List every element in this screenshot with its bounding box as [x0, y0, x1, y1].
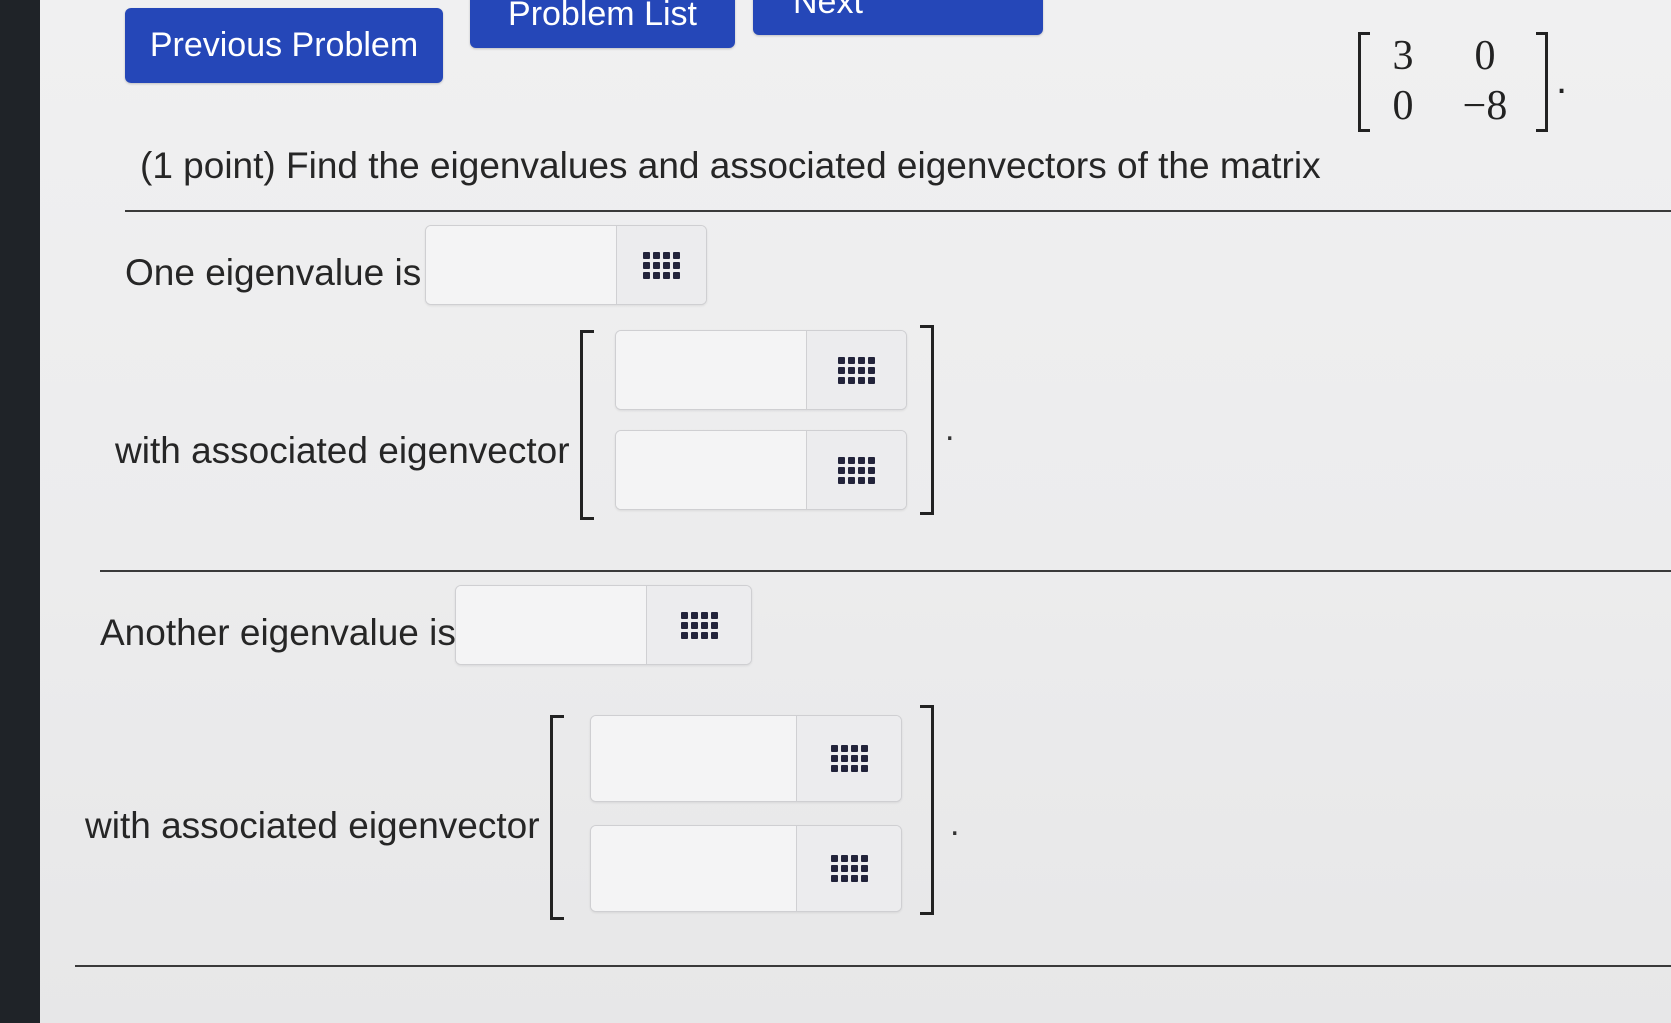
eigenvector-1-input-2[interactable]: [616, 431, 806, 509]
matrix-cell: −8: [1462, 83, 1508, 129]
grid-icon: [643, 251, 680, 279]
vector-1-period: .: [945, 410, 955, 448]
eigenvector-2-entry-2: [590, 825, 902, 912]
webwork-problem-page: Previous Problem Problem List Next (1 po…: [40, 0, 1671, 1023]
divider: [125, 210, 1671, 212]
given-matrix: 3 0 0 −8: [1358, 30, 1548, 140]
eigenvector-1-entry-1: [615, 330, 907, 410]
answer-tool-button[interactable]: [806, 331, 906, 409]
grid-icon: [830, 745, 868, 772]
divider: [75, 965, 1671, 967]
matrix-cell: 0: [1474, 33, 1496, 79]
eigenvalue-1-input[interactable]: [426, 226, 616, 304]
eigenvector-2-label: with associated eigenvector: [85, 805, 540, 846]
matrix-period: .: [1556, 58, 1568, 102]
eigenvector-1-input-1[interactable]: [616, 331, 806, 409]
answer-tool-button[interactable]: [646, 586, 751, 664]
eigenvalue-1-answer: [425, 225, 707, 305]
grid-icon: [838, 356, 875, 384]
vector-1-right-bracket: [920, 325, 934, 515]
eigenvector-1-entry-2: [615, 430, 907, 510]
eigenvector-1-label: with associated eigenvector: [115, 430, 570, 471]
answer-tool-button[interactable]: [616, 226, 706, 304]
matrix-right-bracket: [1536, 32, 1548, 132]
problem-statement: (1 point) Find the eigenvalues and assoc…: [140, 145, 1321, 186]
eigenvector-2-input-1[interactable]: [591, 716, 796, 801]
previous-problem-button[interactable]: Previous Problem: [125, 8, 443, 83]
grid-icon: [830, 855, 868, 882]
grid-icon: [838, 456, 875, 484]
vector-2-right-bracket: [920, 705, 934, 915]
grid-icon: [680, 611, 718, 639]
vector-2-period: .: [950, 805, 960, 843]
eigenvalue-1-label: One eigenvalue is: [125, 252, 422, 293]
matrix-cell: 0: [1392, 83, 1414, 129]
answer-tool-button[interactable]: [806, 431, 906, 509]
eigenvalue-2-label: Another eigenvalue is: [100, 612, 456, 653]
eigenvalue-2-input[interactable]: [456, 586, 646, 664]
vector-1-left-bracket: [580, 330, 594, 520]
eigenvector-2-input-2[interactable]: [591, 826, 796, 911]
answer-tool-button[interactable]: [796, 826, 901, 911]
eigenvalue-2-answer: [455, 585, 752, 665]
problem-list-button[interactable]: Problem List: [470, 0, 735, 48]
vector-2-left-bracket: [550, 715, 564, 920]
eigenvector-2-entry-1: [590, 715, 902, 802]
matrix-cell: 3: [1392, 33, 1414, 79]
divider: [100, 570, 1671, 572]
answer-tool-button[interactable]: [796, 716, 901, 801]
next-problem-button[interactable]: Next: [753, 0, 1043, 35]
